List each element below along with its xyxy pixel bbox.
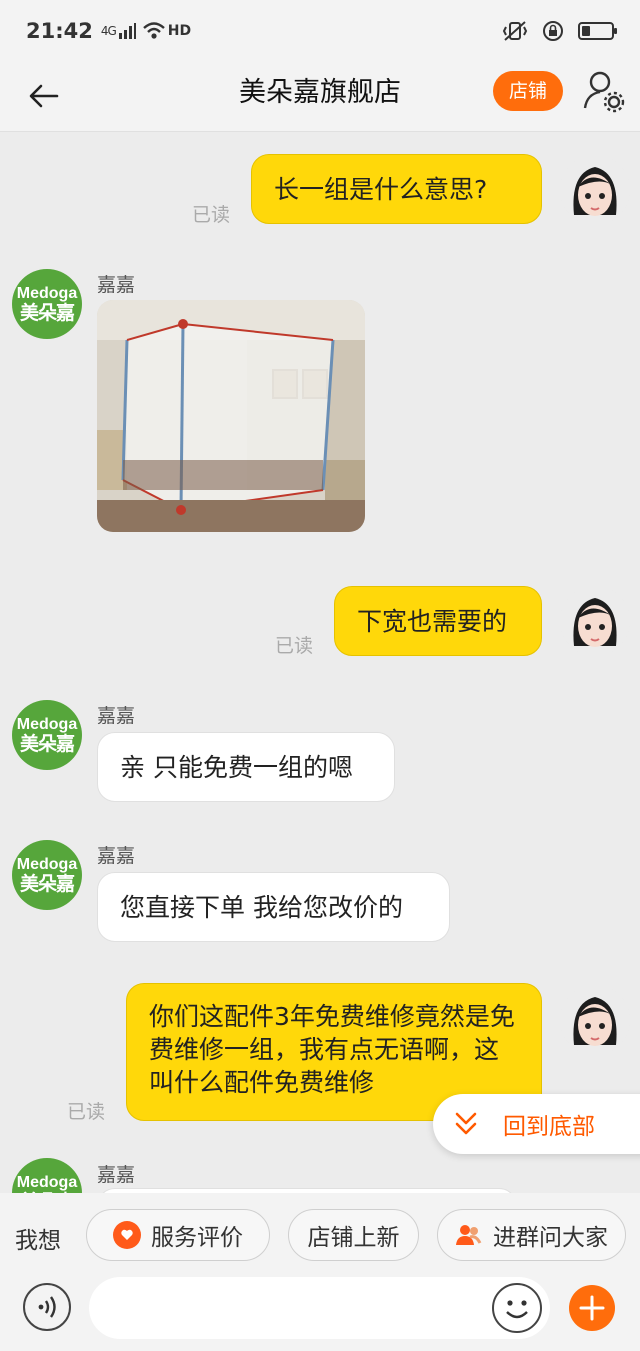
status-bar: 21:42 4G HD — [0, 0, 640, 62]
input-bar — [0, 1277, 640, 1351]
quick-label: 我想 — [15, 1228, 61, 1254]
read-receipt: 已读 — [275, 635, 314, 657]
sender-name: 嘉嘉 — [97, 845, 136, 867]
sender-name: 嘉嘉 — [97, 1164, 136, 1186]
back-arrow-icon — [29, 84, 59, 108]
store-button[interactable]: 店铺 — [493, 71, 563, 111]
user-avatar-image — [560, 985, 630, 1055]
shop-avatar[interactable]: Medoga 美朵嘉 — [12, 840, 82, 910]
my-message-bubble[interactable]: 长一组是什么意思? — [251, 154, 542, 224]
shop-avatar-brand: Medoga — [16, 1173, 78, 1191]
review-icon — [113, 1221, 141, 1249]
shop-avatar[interactable]: Medoga 美朵嘉 — [12, 700, 82, 770]
store-new-chip[interactable]: 店铺上新 — [288, 1209, 419, 1261]
voice-input-button[interactable] — [23, 1283, 71, 1331]
battery-icon — [578, 22, 617, 40]
bed-net-image — [97, 300, 365, 532]
user-avatar[interactable] — [560, 155, 630, 225]
bed-net-photo[interactable] — [97, 300, 365, 532]
chat-area[interactable]: 已读 长一组是什么意思? Medoga 美朵嘉 嘉嘉 已读 下宽也需要的 Med… — [0, 133, 640, 1193]
more-actions-button[interactable] — [569, 1285, 615, 1331]
sender-name: 嘉嘉 — [97, 705, 136, 727]
quick-action-bar: 我想 服务评价 店铺上新 进群问大家 — [0, 1193, 640, 1277]
shop-avatar-brand: Medoga — [16, 855, 78, 873]
hd-badge: HD — [167, 23, 192, 39]
double-chevron-down-icon — [439, 1111, 493, 1137]
user-avatar-image — [560, 155, 630, 225]
shop-avatar-chinese: 美朵嘉 — [19, 301, 75, 324]
chip-label: 进群问大家 — [493, 1225, 608, 1251]
shop-message-bubble[interactable]: 亲 只能免费一组的嗯 — [97, 732, 395, 802]
join-group-chip[interactable]: 进群问大家 — [437, 1209, 626, 1261]
read-receipt: 已读 — [192, 204, 231, 226]
voice-icon — [38, 1296, 56, 1318]
shop-avatar-chinese: 美朵嘉 — [19, 732, 75, 755]
user-avatar-image — [560, 586, 630, 656]
emoji-button[interactable] — [492, 1283, 542, 1333]
group-icon — [455, 1221, 483, 1249]
service-review-chip[interactable]: 服务评价 — [86, 1209, 270, 1261]
back-to-bottom-button[interactable]: 回到底部 — [433, 1094, 640, 1154]
shop-avatar[interactable]: Medoga 美朵嘉 — [12, 1158, 82, 1193]
status-time: 21:42 — [26, 19, 93, 43]
nav-bar: 美朵嘉旗舰店 店铺 — [0, 62, 640, 132]
shop-message-bubble[interactable]: 您直接下单 我给您改价的 — [97, 872, 450, 942]
my-message-bubble[interactable]: 下宽也需要的 — [334, 586, 542, 656]
user-avatar[interactable] — [560, 985, 630, 1055]
lock-rotation-icon — [543, 21, 563, 41]
shop-avatar[interactable]: Medoga 美朵嘉 — [12, 269, 82, 339]
chip-label: 服务评价 — [151, 1225, 243, 1251]
chip-label: 店铺上新 — [307, 1225, 400, 1251]
back-to-bottom-label: 回到底部 — [503, 1114, 595, 1140]
plus-icon — [579, 1295, 605, 1321]
shop-avatar-chinese: 美朵嘉 — [19, 872, 75, 895]
back-button[interactable] — [22, 74, 66, 118]
user-avatar[interactable] — [560, 586, 630, 656]
user-settings-button[interactable] — [582, 68, 626, 114]
signal-icon — [118, 23, 136, 39]
wifi-icon — [142, 22, 165, 39]
emoji-icon — [506, 1300, 528, 1319]
read-receipt: 已读 — [67, 1101, 106, 1123]
user-gear-icon — [583, 71, 625, 113]
message-input[interactable] — [89, 1277, 550, 1339]
shop-avatar-brand: Medoga — [16, 715, 78, 733]
vibrate-icon — [502, 21, 528, 41]
sender-name: 嘉嘉 — [97, 274, 136, 296]
network-indicator: 4G — [100, 24, 117, 38]
shop-avatar-brand: Medoga — [16, 284, 78, 302]
